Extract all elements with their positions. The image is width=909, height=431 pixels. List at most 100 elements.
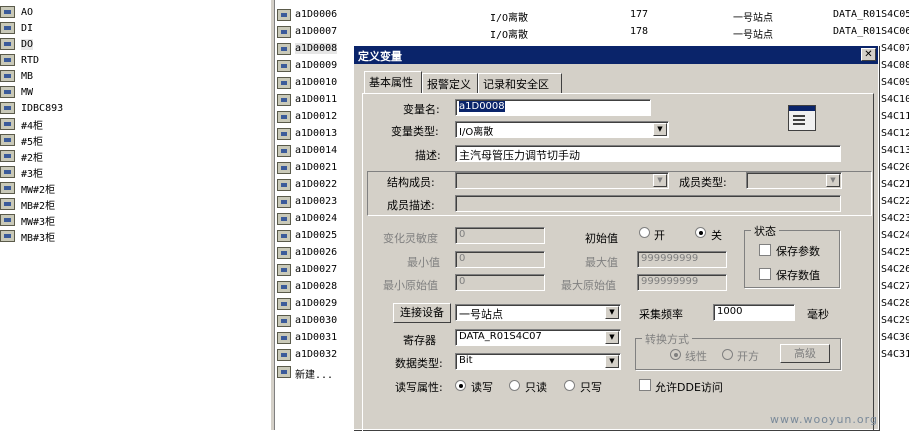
state-title: 状态 <box>751 223 779 239</box>
state-group: 状态 保存参数 保存数值 <box>744 223 840 288</box>
register-cell: S4C29 <box>881 315 909 326</box>
register-cell: S4C24 <box>881 230 909 241</box>
var-type-combo[interactable]: I/O离散 ▼ <box>455 121 669 138</box>
rw-writeonly-radio[interactable] <box>564 380 575 391</box>
dialog-titlebar: 定义变量 ✕ <box>354 46 878 64</box>
tree-item[interactable]: IDBC893 <box>0 100 63 116</box>
init-off-radio[interactable] <box>695 227 706 238</box>
var-name-cell: a1D0010 <box>295 77 338 88</box>
tree-item-label: MB#3柜 <box>21 232 56 244</box>
var-name-cell: a1D0014 <box>295 145 338 156</box>
tree-item[interactable]: MB <box>0 68 33 84</box>
register-cell: S4C26 <box>881 264 909 275</box>
var-name-input[interactable]: a1D0008 <box>455 99 651 116</box>
chevron-down-icon: ▼ <box>653 174 667 187</box>
tree-item[interactable]: #2柜 <box>0 148 43 164</box>
variable-icon <box>277 213 291 225</box>
sample-freq-label: 采集频率 <box>639 308 683 321</box>
device-combo[interactable]: 一号站点 ▼ <box>455 304 621 321</box>
dialog-title: 定义变量 <box>358 50 402 63</box>
var-name-cell: a1D0011 <box>295 94 338 105</box>
tree-item[interactable]: MW#2柜 <box>0 180 55 196</box>
list-item[interactable]: a1D0006 I/O离散 177 一号站点 DATA_R01S4C05 <box>275 7 909 24</box>
folder-icon <box>0 54 15 66</box>
tree-item-label: #4柜 <box>21 120 44 132</box>
linear-radio <box>670 349 681 360</box>
linear-label: 线性 <box>685 350 707 363</box>
allow-dde-label: 允许DDE访问 <box>655 381 723 394</box>
var-name-cell: a1D0025 <box>295 230 338 241</box>
save-param-checkbox[interactable] <box>759 244 771 256</box>
folder-icon <box>0 38 15 50</box>
var-name-cell: a1D0032 <box>295 349 338 360</box>
var-name-cell: a1D0031 <box>295 332 338 343</box>
sqrt-label: 开方 <box>737 350 759 363</box>
folder-icon <box>0 102 15 114</box>
folder-icon <box>0 22 15 34</box>
tree-item-label: #3柜 <box>21 168 44 180</box>
tree-item[interactable]: DI <box>0 20 33 36</box>
member-desc-input <box>455 195 841 212</box>
tab-basic[interactable]: 基本属性 <box>364 71 422 93</box>
register-combo[interactable]: DATA_R01S4C07 ▼ <box>455 329 621 346</box>
var-name-cell: a1D0012 <box>295 111 338 122</box>
tree-item[interactable]: #4柜 <box>0 116 43 132</box>
tree-item[interactable]: #3柜 <box>0 164 43 180</box>
var-name-cell: a1D0008 <box>295 43 338 54</box>
desc-input[interactable]: 主汽母管压力调节切手动 <box>455 145 841 162</box>
variable-tree: AO DI DO RTD MB MW IDBC893 #4柜 #5柜 #2柜 #3柜 MW#2柜 MB#… <box>0 0 270 430</box>
folder-icon <box>0 214 15 226</box>
tree-item[interactable]: RTD <box>0 52 39 68</box>
init-off-label: 关 <box>711 229 722 242</box>
tree-item-label: MB#2柜 <box>21 200 56 212</box>
sensitivity-label: 变化灵敏度 <box>383 232 438 245</box>
advanced-button: 高级 <box>780 344 830 363</box>
tree-item[interactable]: MW <box>0 84 33 100</box>
data-type-label: 数据类型: <box>395 357 443 370</box>
init-on-radio[interactable] <box>639 227 650 238</box>
variable-icon <box>277 179 291 191</box>
sample-freq-input[interactable]: 1000 <box>713 304 795 321</box>
register-cell: S4C31 <box>881 349 909 360</box>
member-type-combo: ▼ <box>746 172 842 189</box>
var-name-cell: a1D0009 <box>295 60 338 71</box>
register-cell: DATA_R01S4C05 <box>833 9 909 20</box>
tab-record-security[interactable]: 记录和安全区 <box>478 73 562 93</box>
folder-icon <box>0 86 15 98</box>
tree-item[interactable]: #5柜 <box>0 132 43 148</box>
desc-label: 描述: <box>415 149 441 162</box>
close-icon[interactable]: ✕ <box>861 48 876 61</box>
tree-item[interactable]: MB#3柜 <box>0 228 55 244</box>
register-cell: S4C08 <box>881 60 909 71</box>
tree-item[interactable]: MW#3柜 <box>0 212 55 228</box>
folder-icon <box>0 230 15 242</box>
register-cell: S4C07 <box>881 43 909 54</box>
connect-device-button[interactable]: 连接设备 <box>393 303 451 323</box>
chevron-down-icon[interactable]: ▼ <box>605 355 619 368</box>
convert-title: 转换方式 <box>642 331 692 347</box>
station-cell: 一号站点 <box>733 13 773 24</box>
chevron-down-icon[interactable]: ▼ <box>605 306 619 319</box>
allow-dde-checkbox[interactable] <box>639 379 651 391</box>
tree-item[interactable]: DO <box>0 36 34 52</box>
chevron-down-icon[interactable]: ▼ <box>653 123 667 136</box>
folder-icon <box>0 150 15 162</box>
rw-readwrite-radio[interactable] <box>455 380 466 391</box>
chevron-down-icon[interactable]: ▼ <box>605 331 619 344</box>
register-cell: DATA_R01S4C06 <box>833 26 909 37</box>
rw-readonly-label: 只读 <box>525 381 547 394</box>
var-name-label: 变量名: <box>403 103 440 116</box>
max-raw-label: 最大原始值 <box>561 279 616 292</box>
tree-item[interactable]: AO <box>0 4 33 20</box>
tree-item-label: MW#2柜 <box>21 184 56 196</box>
var-id-cell: 177 <box>630 9 649 20</box>
register-cell: S4C23 <box>881 213 909 224</box>
ms-label: 毫秒 <box>807 308 829 321</box>
tree-item[interactable]: MB#2柜 <box>0 196 55 212</box>
tab-alarm[interactable]: 报警定义 <box>422 73 478 93</box>
list-item[interactable]: a1D0007 I/O离散 178 一号站点 DATA_R01S4C06 <box>275 24 909 41</box>
rw-readonly-radio[interactable] <box>509 380 520 391</box>
save-value-checkbox[interactable] <box>759 268 771 280</box>
min-raw-input: 0 <box>455 274 545 291</box>
data-type-combo[interactable]: Bit ▼ <box>455 353 621 370</box>
